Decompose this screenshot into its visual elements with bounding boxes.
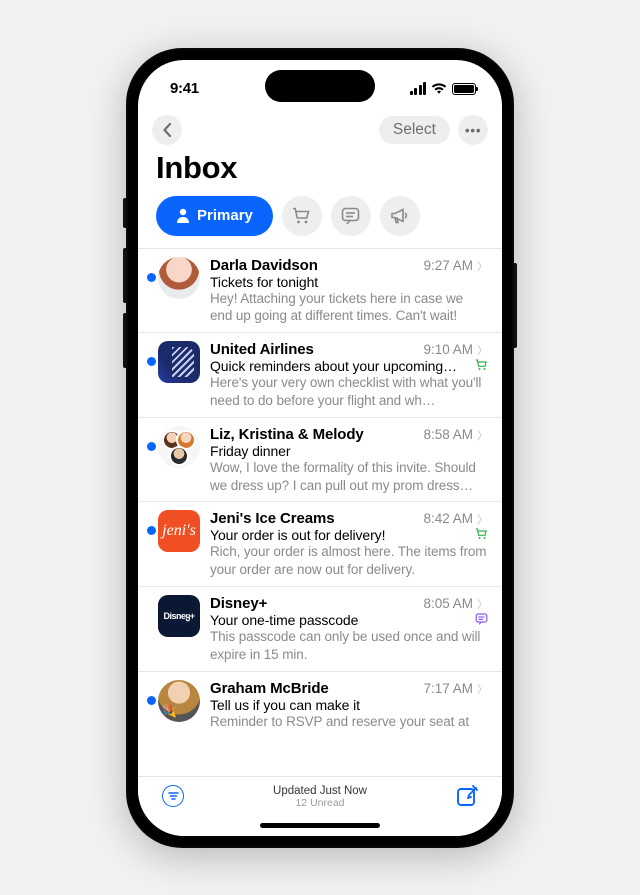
phone-vol-down bbox=[123, 313, 126, 368]
email-sender: Graham McBride bbox=[210, 680, 423, 697]
email-subject: Your one-time passcode bbox=[210, 612, 469, 628]
chat-icon bbox=[341, 207, 360, 225]
select-button[interactable]: Select bbox=[379, 116, 450, 144]
email-row[interactable]: Disneყ+ Disney+8:05 AM 〉 Your one-time pass… bbox=[138, 587, 502, 672]
nav-bar: Select ••• bbox=[138, 108, 502, 148]
tab-updates[interactable] bbox=[331, 196, 371, 236]
toolbar-status-line1: Updated Just Now bbox=[188, 785, 452, 797]
tab-transactions[interactable] bbox=[282, 196, 322, 236]
email-sender: Liz, Kristina & Melody bbox=[210, 426, 423, 443]
chevron-right-icon: 〉 bbox=[477, 681, 488, 697]
avatar bbox=[158, 680, 200, 722]
home-indicator[interactable] bbox=[260, 823, 380, 828]
email-time: 8:05 AM bbox=[423, 596, 473, 611]
email-subject: Tell us if you can make it bbox=[210, 697, 488, 713]
filter-lines-icon bbox=[168, 792, 179, 800]
email-time: 8:58 AM bbox=[423, 427, 473, 442]
tab-promotions[interactable] bbox=[380, 196, 420, 236]
avatar: jeni's bbox=[158, 510, 200, 552]
email-time: 9:10 AM bbox=[423, 342, 473, 357]
chevron-right-icon: 〉 bbox=[477, 427, 488, 443]
unread-dot bbox=[147, 273, 156, 282]
back-button[interactable] bbox=[152, 115, 182, 145]
chevron-left-icon bbox=[163, 123, 172, 137]
email-row[interactable]: Liz, Kristina & Melody8:58 AM 〉Friday din… bbox=[138, 418, 502, 503]
email-time: 7:17 AM bbox=[423, 681, 473, 696]
avatar: Disneყ+ bbox=[158, 595, 200, 637]
signal-icon bbox=[410, 82, 427, 95]
person-icon bbox=[176, 208, 190, 223]
unread-dot bbox=[147, 357, 156, 366]
email-preview: Hey! Attaching your tickets here in case… bbox=[210, 290, 488, 326]
more-button[interactable]: ••• bbox=[458, 115, 488, 145]
email-list[interactable]: Darla Davidson9:27 AM〉Tickets for tonigh… bbox=[138, 248, 502, 776]
email-sender: United Airlines bbox=[210, 341, 423, 358]
category-cart-icon bbox=[475, 528, 488, 543]
unread-dot bbox=[147, 526, 156, 535]
avatar bbox=[158, 341, 200, 383]
tab-primary[interactable]: Primary bbox=[156, 196, 273, 236]
unread-dot bbox=[147, 696, 156, 705]
phone-power bbox=[514, 263, 517, 348]
tab-primary-label: Primary bbox=[197, 207, 253, 224]
email-subject: Friday dinner bbox=[210, 443, 488, 459]
category-tabs: Primary bbox=[138, 196, 502, 248]
category-cart-icon bbox=[475, 359, 488, 374]
email-sender: Darla Davidson bbox=[210, 257, 423, 274]
screen: 9:41 Select ••• Inbox Primary bbox=[138, 60, 502, 836]
email-row[interactable]: Graham McBride7:17 AM 〉Tell us if you can… bbox=[138, 672, 502, 738]
email-row[interactable]: Darla Davidson9:27 AM 〉Tickets for tonigh… bbox=[138, 249, 502, 334]
email-preview: Reminder to RSVP and reserve your seat a… bbox=[210, 713, 488, 731]
email-subject: Quick reminders about your upcoming… bbox=[210, 358, 469, 374]
email-subject: Tickets for tonight bbox=[210, 274, 488, 290]
email-preview: Wow, I love the formality of this invite… bbox=[210, 459, 488, 495]
toolbar-status: Updated Just Now 12 Unread bbox=[188, 785, 452, 809]
battery-icon bbox=[452, 83, 476, 95]
wifi-icon bbox=[431, 83, 447, 95]
email-row[interactable]: United Airlines9:10 AM 〉 Quick reminders a… bbox=[138, 333, 502, 418]
chevron-right-icon: 〉 bbox=[477, 596, 488, 612]
phone-frame: 9:41 Select ••• Inbox Primary bbox=[126, 48, 514, 848]
email-subject: Your order is out for delivery! bbox=[210, 527, 469, 543]
chevron-right-icon: 〉 bbox=[477, 511, 488, 527]
email-preview: Here's your very own checklist with what… bbox=[210, 374, 488, 410]
page-title: Inbox bbox=[138, 148, 502, 196]
megaphone-icon bbox=[390, 207, 409, 225]
email-preview: This passcode can only be used once and … bbox=[210, 628, 488, 664]
email-sender: Disney+ bbox=[210, 595, 423, 612]
ellipsis-icon: ••• bbox=[465, 122, 481, 138]
phone-mute-switch bbox=[123, 198, 126, 228]
email-time: 9:27 AM bbox=[423, 258, 473, 273]
cart-icon bbox=[292, 207, 311, 225]
compose-icon bbox=[456, 785, 479, 807]
phone-vol-up bbox=[123, 248, 126, 303]
email-row[interactable]: jeni's Jeni's Ice Creams8:42 AM 〉 Your orde… bbox=[138, 502, 502, 587]
category-chat-icon bbox=[475, 613, 488, 628]
email-time: 8:42 AM bbox=[423, 511, 473, 526]
email-sender: Jeni's Ice Creams bbox=[210, 510, 423, 527]
filter-button[interactable] bbox=[162, 785, 184, 807]
chevron-right-icon: 〉 bbox=[477, 342, 488, 358]
dynamic-island bbox=[265, 70, 375, 102]
toolbar-status-line2: 12 Unread bbox=[188, 797, 452, 809]
email-preview: Rich, your order is almost here. The ite… bbox=[210, 543, 488, 579]
avatar bbox=[158, 426, 200, 468]
unread-dot bbox=[147, 442, 156, 451]
chevron-right-icon: 〉 bbox=[477, 258, 488, 274]
status-time: 9:41 bbox=[170, 80, 199, 97]
avatar bbox=[158, 257, 200, 299]
compose-button[interactable] bbox=[456, 785, 479, 812]
